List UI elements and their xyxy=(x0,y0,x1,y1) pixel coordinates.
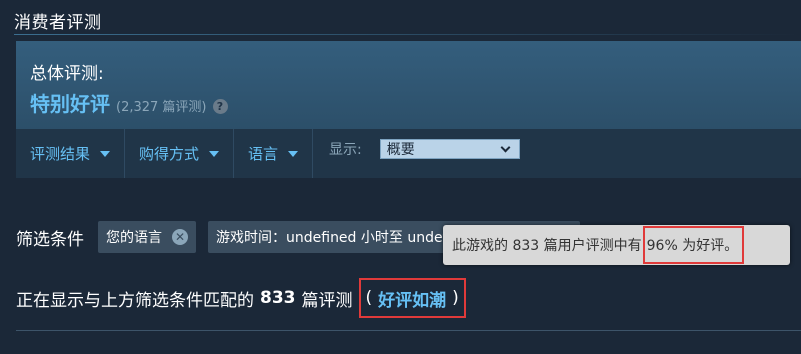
filter-menu-purchase-type[interactable]: 购得方式 xyxy=(125,129,235,178)
filter-menu-language[interactable]: 语言 xyxy=(234,129,314,178)
overall-review-summary: 总体评测: 特别好评 (2,327 篇评测) ? xyxy=(16,41,801,129)
result-suffix: 篇评测 xyxy=(301,290,353,311)
display-selected-value: 概要 xyxy=(386,142,415,158)
display-label: 显示: xyxy=(329,142,362,158)
filtered-result-summary: 正在显示与上方筛选条件匹配的 833 篇评测 ( 好评如潮 ) xyxy=(16,278,466,318)
tooltip-text: 此游戏的 833 篇用户评测中有 xyxy=(452,238,642,254)
section-title: 消费者评测 xyxy=(14,13,102,33)
display-select[interactable]: 概要 xyxy=(379,139,520,159)
filter-menu-review-type[interactable]: 评测结果 xyxy=(16,129,126,178)
caret-down-icon xyxy=(209,150,220,157)
overall-rating[interactable]: 特别好评 xyxy=(30,88,110,117)
display-group: 显示: 概要 xyxy=(313,129,520,178)
overall-rating-row: 特别好评 (2,327 篇评测) ? xyxy=(30,88,228,117)
tooltip-percentage-highlight: 96% 为好评。 xyxy=(642,226,745,264)
filter-menu-label: 语言 xyxy=(248,145,279,163)
filter-menu-label: 评测结果 xyxy=(30,145,91,163)
caret-down-icon xyxy=(288,150,299,157)
open-paren: ( xyxy=(365,288,373,308)
overall-review-label: 总体评测: xyxy=(30,64,104,84)
header-divider xyxy=(14,34,801,35)
filter-chip-language[interactable]: 您的语言 ✕ xyxy=(98,221,196,253)
rating-tooltip: 此游戏的 833 篇用户评测中有 96% 为好评。 xyxy=(443,225,790,265)
result-prefix: 正在显示与上方筛选条件匹配的 xyxy=(16,290,254,311)
result-count: 833 xyxy=(260,288,296,308)
close-paren: ) xyxy=(452,288,459,308)
review-filter-bar: 评测结果 购得方式 语言 显示: 概要 xyxy=(16,129,801,178)
filter-menu-label: 购得方式 xyxy=(139,145,200,163)
close-icon[interactable]: ✕ xyxy=(172,229,188,245)
filter-chip-label: 您的语言 xyxy=(106,230,162,246)
question-mark-icon[interactable]: ? xyxy=(212,99,228,114)
bottom-divider xyxy=(16,330,801,331)
caret-down-icon xyxy=(100,150,111,157)
filtered-rating[interactable]: 好评如潮 xyxy=(378,286,446,311)
overall-review-count: (2,327 篇评测) xyxy=(116,100,207,115)
filtered-rating-highlight: ( 好评如潮 ) xyxy=(358,278,466,318)
active-filters-label: 筛选条件 xyxy=(16,229,84,250)
chevron-down-icon xyxy=(500,142,511,152)
